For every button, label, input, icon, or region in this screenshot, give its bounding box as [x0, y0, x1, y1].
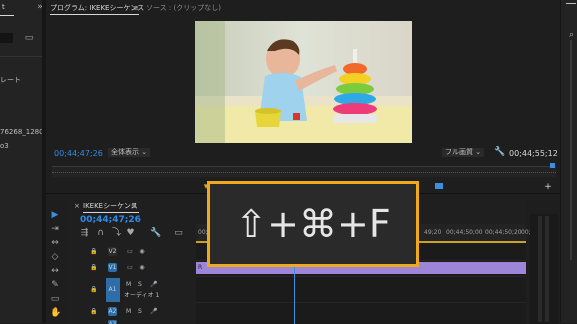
- export-frame-icon[interactable]: [435, 183, 443, 189]
- audio-meter-left: [538, 216, 542, 322]
- track-header-a2: 🔒 A2 M S 🎤: [68, 306, 196, 318]
- track-target-a1[interactable]: A1: [108, 285, 117, 294]
- video-frame: [195, 21, 412, 143]
- add-button-icon[interactable]: +: [543, 182, 553, 192]
- folder-icon[interactable]: ▭: [24, 33, 34, 43]
- selection-tool-icon[interactable]: ▶: [50, 210, 60, 220]
- track-header-v2: 🔒 V2 ▭ ◉: [68, 246, 196, 258]
- track-target-a3[interactable]: A3: [108, 320, 117, 324]
- wrench-icon[interactable]: 🔧: [494, 147, 505, 157]
- sync-lock-icon[interactable]: ▭: [126, 263, 134, 273]
- razor-tool-icon[interactable]: ◇: [50, 252, 60, 262]
- right-panel-strip: ⌕: [560, 0, 577, 323]
- project-tab-underline: [0, 15, 14, 16]
- marker-tool-icon[interactable]: ♥: [126, 228, 135, 238]
- right-panel-scrollbar[interactable]: [570, 40, 572, 260]
- chevron-down-icon: ⌄: [141, 148, 148, 156]
- ruler-label: 00;44;50;00: [446, 229, 483, 236]
- source-tab[interactable]: ソース : (クリップなし): [146, 4, 221, 13]
- program-menu-icon[interactable]: ≡: [133, 4, 139, 13]
- project-item[interactable]: 76268_1280_: [0, 128, 47, 137]
- snap-icon[interactable]: ⇶: [80, 228, 89, 238]
- project-divider: [0, 56, 42, 57]
- rectangle-tool-icon[interactable]: ▭: [50, 294, 60, 304]
- track-select-tool-icon[interactable]: ⇥: [50, 224, 60, 234]
- pen-tool-icon[interactable]: ✎: [50, 280, 60, 290]
- track-target-a2[interactable]: A2: [108, 307, 117, 316]
- timeline-close-icon[interactable]: ×: [74, 202, 80, 211]
- solo-button[interactable]: S: [138, 307, 142, 316]
- lock-icon[interactable]: 🔒: [90, 285, 98, 295]
- ruler-label: 00;44;50;20: [485, 229, 522, 236]
- eye-icon[interactable]: ◉: [138, 247, 146, 257]
- mute-button[interactable]: M: [126, 280, 131, 289]
- video-clip-label: R: [198, 264, 203, 271]
- shortcut-text: ⇧+⌘+F: [235, 202, 391, 246]
- right-panel-search-icon[interactable]: ⌕: [567, 30, 576, 40]
- lock-icon[interactable]: 🔒: [90, 307, 98, 317]
- program-timecode-left[interactable]: 00;44;47;26: [54, 149, 103, 158]
- eye-icon[interactable]: ◉: [138, 263, 146, 273]
- program-tab[interactable]: プログラム: IKEKEシーケンス: [50, 4, 144, 13]
- captions-icon[interactable]: ▭: [174, 228, 183, 238]
- track-target-v1[interactable]: V1: [108, 263, 117, 272]
- lane-divider: [196, 276, 526, 277]
- ripple-edit-tool-icon[interactable]: ⇔: [50, 238, 60, 248]
- video-frame-image: [195, 21, 412, 143]
- panel-overflow-icon[interactable]: »: [35, 2, 45, 12]
- timeline-timecode[interactable]: 00;44;47;26: [80, 216, 141, 225]
- playhead-marker[interactable]: [550, 163, 555, 168]
- zoom-select[interactable]: 全体表示 ⌄: [108, 148, 151, 157]
- chevron-down-icon: ⌄: [475, 148, 482, 156]
- zoom-select-value: 全体表示: [111, 148, 139, 156]
- project-panel: t ▭ レート 76268_1280_ o3: [0, 0, 47, 323]
- program-tab-underline: [50, 14, 139, 15]
- add-marker-icon[interactable]: ⤵: [112, 228, 121, 238]
- solo-button[interactable]: S: [138, 280, 142, 289]
- sequence-tab-underline: [83, 212, 139, 213]
- track-label-a1: オーディオ 1: [124, 292, 160, 299]
- project-tab-label[interactable]: t: [2, 3, 5, 12]
- sync-lock-icon[interactable]: ▭: [126, 247, 134, 257]
- sequence-tab[interactable]: IKEKEシーケンス: [83, 202, 138, 211]
- tools-panel: ▶ ⇥ ⇔ ◇ ↔ ✎ ▭ ✋: [48, 206, 62, 324]
- track-header-a1: 🔒 A1 M S 🎤 オーディオ 1: [68, 278, 196, 302]
- project-item[interactable]: o3: [0, 142, 9, 151]
- ruler-label: 49;20: [424, 229, 442, 236]
- program-timecode-right: 00;44;55;12: [509, 149, 558, 158]
- audio-meters: [530, 214, 558, 324]
- linked-selection-icon[interactable]: ∩: [96, 228, 105, 238]
- project-search-input[interactable]: [0, 33, 13, 43]
- shortcut-overlay: ⇧+⌘+F: [207, 181, 419, 267]
- scrubber-dots: [52, 172, 556, 174]
- timeline-menu-icon[interactable]: ≡: [131, 202, 137, 211]
- lock-icon[interactable]: 🔒: [90, 263, 98, 273]
- timeline-settings-icon[interactable]: 🔧: [150, 228, 161, 238]
- lock-icon[interactable]: 🔒: [90, 247, 98, 257]
- quality-select[interactable]: フル画質 ⌄: [442, 148, 485, 157]
- track-target-v2[interactable]: V2: [108, 247, 117, 256]
- microphone-icon[interactable]: 🎤: [150, 280, 158, 290]
- lane-divider: [196, 302, 526, 303]
- track-header-v1: 🔒 V1 ▭ ◉: [68, 262, 196, 274]
- hand-tool-icon[interactable]: ✋: [50, 308, 61, 318]
- slip-tool-icon[interactable]: ↔: [50, 266, 60, 276]
- track-header-a3: A3: [68, 320, 196, 324]
- microphone-icon[interactable]: 🎤: [150, 307, 158, 317]
- program-monitor-panel: » プログラム: IKEKEシーケンス ≡ ソース : (クリップなし) 00;…: [37, 0, 560, 193]
- quality-select-value: フル画質: [445, 148, 473, 156]
- right-panel-search-icon[interactable]: [566, 3, 576, 4]
- project-item[interactable]: レート: [0, 76, 21, 85]
- mute-button[interactable]: M: [126, 307, 131, 316]
- audio-meter-right: [545, 216, 549, 322]
